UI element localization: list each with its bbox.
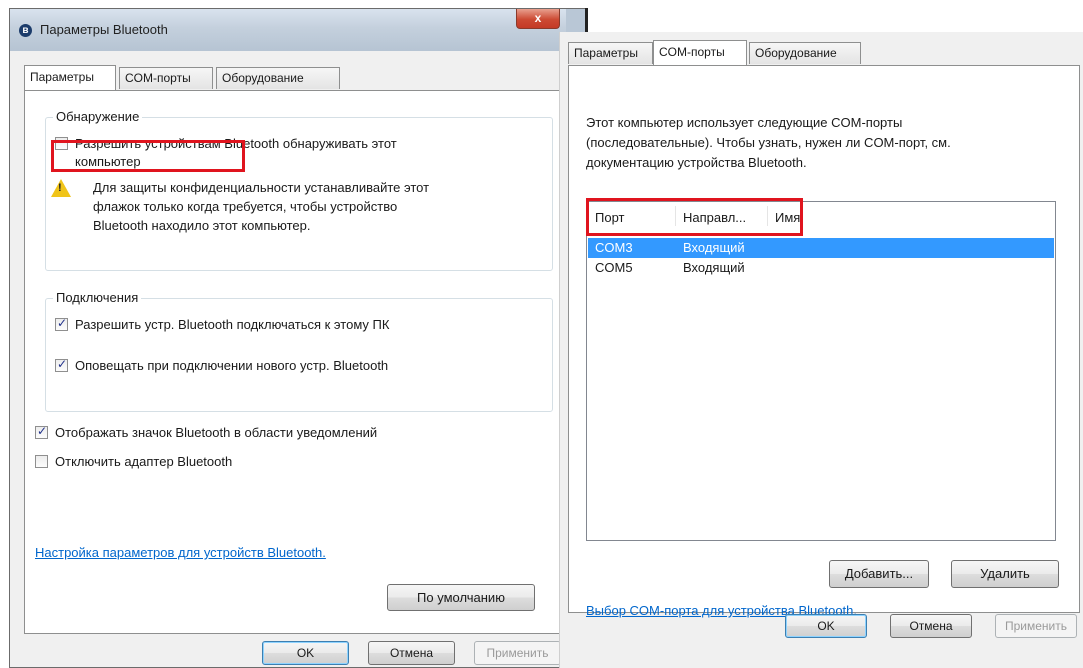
table-row[interactable]: COM3 Входящий: [588, 238, 1054, 258]
column-header-direction[interactable]: Направл...: [683, 210, 746, 225]
description-line2: (последовательные). Чтобы узнать, нужен …: [586, 135, 951, 150]
apply-button-right[interactable]: Применить: [995, 614, 1077, 638]
column-separator: [767, 206, 768, 226]
ok-button-right[interactable]: OK: [785, 614, 867, 638]
notify-connect-label[interactable]: Оповещать при подключении нового устр. B…: [75, 358, 388, 373]
table-row[interactable]: COM5 Входящий: [588, 258, 1054, 278]
allow-discovery-label-line1[interactable]: Разрешить устройствам Bluetooth обнаружи…: [75, 136, 397, 151]
notify-connect-checkbox[interactable]: [55, 357, 68, 372]
com-ports-panel: Параметры COM-порты Оборудование Этот ко…: [559, 32, 1083, 668]
discovery-group-title: Обнаружение: [53, 109, 143, 124]
allow-connect-label[interactable]: Разрешить устр. Bluetooth подключаться к…: [75, 317, 389, 332]
cancel-button[interactable]: Отмена: [368, 641, 455, 665]
allow-discovery-label-line2[interactable]: компьютер: [75, 154, 141, 169]
tab-page-com-ports: Этот компьютер использует следующие COM-…: [568, 65, 1080, 618]
warning-text-line2: флажок только когда требуется, чтобы уст…: [93, 199, 398, 214]
warning-text-line1: Для защиты конфиденциальности устанавлив…: [93, 180, 430, 195]
add-button[interactable]: Добавить...: [829, 560, 929, 588]
row-port: COM5: [595, 260, 633, 275]
remove-button[interactable]: Удалить: [951, 560, 1059, 588]
column-header-name[interactable]: Имя: [775, 210, 800, 225]
tab-com-ports-right[interactable]: COM-порты: [653, 40, 747, 65]
cancel-button-right[interactable]: Отмена: [890, 614, 972, 638]
disable-adapter-label[interactable]: Отключить адаптер Bluetooth: [55, 454, 232, 469]
connections-group-title: Подключения: [53, 290, 142, 305]
tab-page-parameters: Обнаружение Разрешить устройствам Blueto…: [24, 90, 573, 634]
allow-connect-checkbox[interactable]: [55, 316, 68, 331]
apply-button[interactable]: Применить: [474, 641, 561, 665]
connections-group: [45, 298, 553, 412]
column-separator: [675, 206, 676, 226]
com-ports-list[interactable]: Порт Направл... Имя COM3 Входящий COM5 В…: [586, 201, 1056, 541]
row-port: COM3: [595, 240, 633, 255]
tab-parameters-right[interactable]: Параметры: [568, 42, 653, 64]
bluetooth-settings-link[interactable]: Настройка параметров для устройств Bluet…: [35, 545, 326, 560]
row-direction: Входящий: [683, 240, 745, 255]
allow-discovery-checkbox[interactable]: [55, 137, 68, 150]
ok-button[interactable]: OK: [262, 641, 349, 665]
tab-parameters[interactable]: Параметры: [24, 65, 116, 90]
description-line1: Этот компьютер использует следующие COM-…: [586, 115, 903, 130]
show-icon-checkbox[interactable]: [35, 424, 48, 439]
warning-icon: !: [51, 179, 71, 197]
com-ports-description: Этот компьютер использует следующие COM-…: [586, 113, 1046, 173]
row-direction: Входящий: [683, 260, 745, 275]
show-icon-label[interactable]: Отображать значок Bluetooth в области ув…: [55, 425, 377, 440]
bluetooth-settings-window: ʙ Параметры Bluetooth x Параметры COM-по…: [9, 8, 587, 668]
defaults-button[interactable]: По умолчанию: [387, 584, 535, 611]
column-header-port[interactable]: Порт: [595, 210, 624, 225]
description-line3: документацию устройства Bluetooth.: [586, 155, 807, 170]
tab-com-ports[interactable]: COM-порты: [119, 67, 213, 89]
close-button[interactable]: x: [516, 9, 560, 29]
window-title: Параметры Bluetooth: [40, 22, 168, 37]
tab-hardware[interactable]: Оборудование: [216, 67, 340, 89]
warning-text-line3: Bluetooth находило этот компьютер.: [93, 218, 311, 233]
bluetooth-icon: ʙ: [19, 24, 32, 37]
disable-adapter-checkbox[interactable]: [35, 455, 48, 468]
title-bar[interactable]: ʙ Параметры Bluetooth x: [10, 9, 586, 51]
tab-hardware-right[interactable]: Оборудование: [749, 42, 861, 64]
